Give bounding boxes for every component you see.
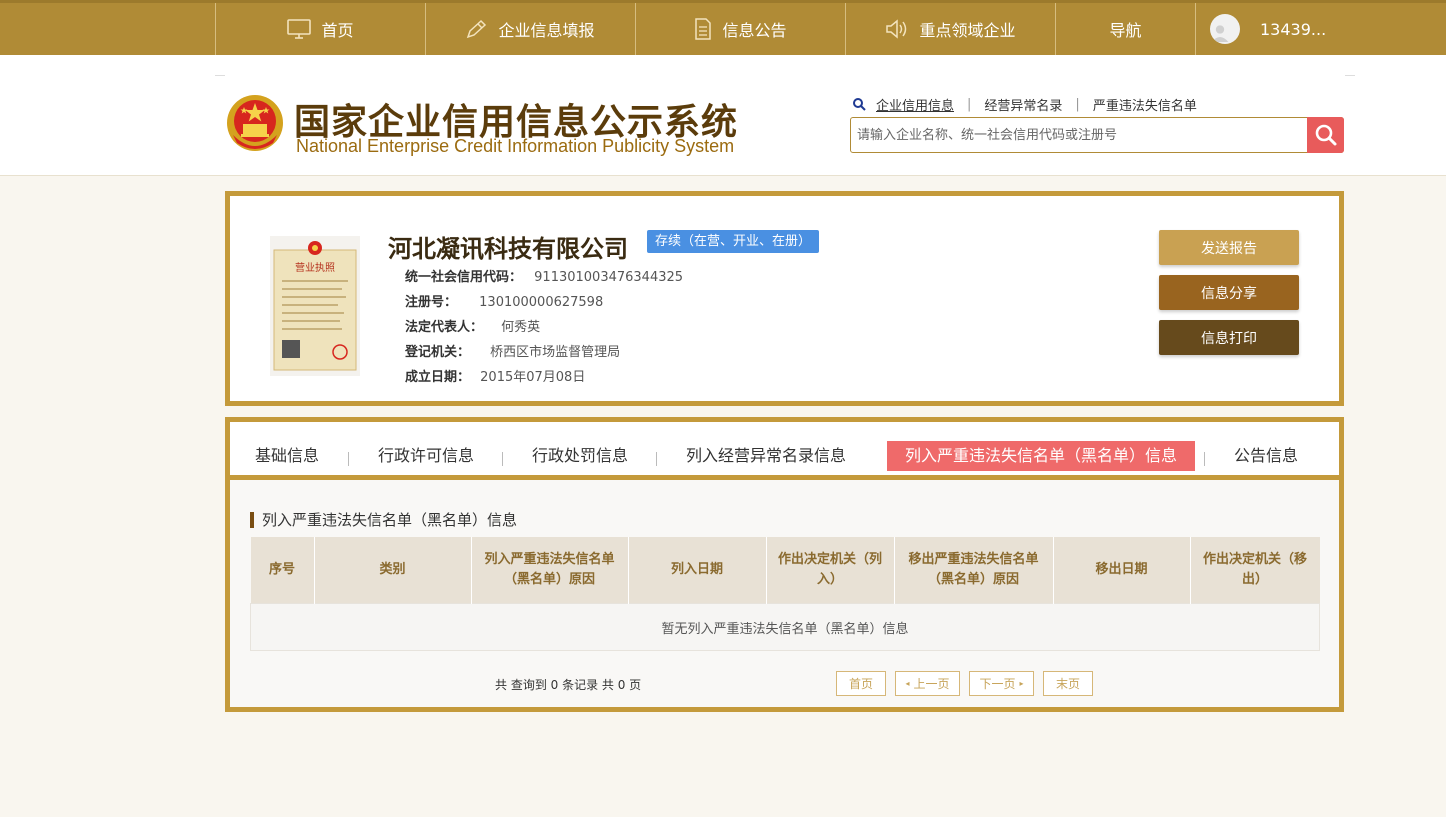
search-button[interactable] [1307,117,1344,153]
pager-first-button[interactable]: 首页 [836,671,886,696]
blacklist-table: 序号 类别 列入严重违法失信名单（黑名单）原因 列入日期 作出决定机关（列入） … [250,537,1320,651]
business-license-image: 营业执照 [270,236,360,376]
document-icon [695,18,712,40]
quick-link-abnormal-list[interactable]: 经营异常名录 [984,95,1062,114]
pager-prev-button[interactable]: ◂ 上一页 [895,671,960,696]
nav-enterprise-filing[interactable]: 企业信息填报 [425,3,635,55]
user-menu[interactable]: 13439... [1195,3,1446,55]
pager-prev-label: 上一页 [913,677,950,691]
pager-next-button[interactable]: 下一页 ▸ [969,671,1034,696]
pager-first-label: 首页 [848,677,873,691]
col-removal-reason: 移出严重违法失信名单（黑名单）原因 [894,537,1054,604]
nav-guide-label: 导航 [1109,21,1142,40]
nav-key-sector-label: 重点领域企业 [919,21,1016,40]
col-listing-reason: 列入严重违法失信名单（黑名单）原因 [471,537,629,604]
info-credit-code: 统一社会信用代码： 911301003476344325 [405,266,683,285]
info-reg-no-label: 注册号： [405,295,458,310]
quick-link-blacklist[interactable]: 严重违法失信名单 [1093,95,1197,114]
search-icon [1315,124,1336,146]
tab-announcements[interactable]: 公告信息 [1234,441,1298,471]
col-removal-authority: 作出决定机关（移出） [1190,537,1320,604]
info-reg-no: 注册号： 130100000627598 [405,291,603,310]
user-name: 13439... [1260,19,1327,39]
site-header: 国家企业信用信息公示系统 National Enterprise Credit … [0,55,1446,176]
company-card: 营业执照 河北凝讯科技有限公司 存续（在营、开业、在册） 统一社会信用代码： 9… [225,191,1344,406]
share-button[interactable]: 信息分享 [1159,275,1299,310]
info-authority-value: 桥西区市场监督管理局 [490,345,621,360]
record-count: 共 查询到 0 条记录 共 0 页 [495,678,642,692]
info-authority: 登记机关： 桥西区市场监督管理局 [405,341,620,360]
info-credit-code-value: 911301003476344325 [534,270,684,285]
info-legal-rep-value: 何秀英 [501,320,541,335]
license-title: 营业执照 [295,261,335,274]
nav-guide[interactable]: 导航 [1055,3,1195,55]
nav-announcements[interactable]: 信息公告 [635,3,845,55]
search-small-icon [853,97,866,111]
pager-last-label: 末页 [1055,677,1080,691]
quick-link-credit-info[interactable]: 企业信用信息 [876,95,954,114]
avatar [1210,14,1240,44]
speaker-icon [886,19,907,39]
info-legal-rep: 法定代表人： 何秀英 [405,316,540,335]
col-listing-date: 列入日期 [628,537,767,604]
tab-abnormal-list[interactable]: 列入经营异常名录信息 [686,441,846,471]
col-removal-date: 移出日期 [1053,537,1191,604]
caret-left-icon: ◂ [905,679,910,688]
print-button[interactable]: 信息打印 [1159,320,1299,355]
nav-announcements-label: 信息公告 [722,21,787,40]
search-input[interactable] [851,118,1306,152]
user-icon [1211,25,1229,42]
pager-next-label: 下一页 [979,677,1016,691]
tab-bar: 基础信息 行政许可信息 行政处罚信息 列入经营异常名录信息 列入严重违法失信名单… [230,422,1339,480]
info-founded-label: 成立日期： [405,370,471,385]
col-listing-authority: 作出决定机关（列入） [766,537,895,604]
detail-panel: 基础信息 行政许可信息 行政处罚信息 列入经营异常名录信息 列入严重违法失信名单… [225,417,1344,712]
send-report-button[interactable]: 发送报告 [1159,230,1299,265]
pager-last-button[interactable]: 末页 [1043,671,1093,696]
info-reg-no-value: 130100000627598 [479,295,604,310]
nav-home-label: 首页 [321,21,354,40]
info-founded-value: 2015年07月08日 [480,370,586,385]
search-box [850,117,1344,153]
info-founded: 成立日期： 2015年07月08日 [405,366,585,385]
top-navigation: 首页 企业信息填报 信息公告 重点领域企业 导航 13439... [0,0,1446,55]
tab-basic-info[interactable]: 基础信息 [255,441,319,471]
tab-admin-penalty[interactable]: 行政处罚信息 [532,441,628,471]
col-category: 类别 [314,537,472,604]
company-name: 河北凝讯科技有限公司 [388,235,628,263]
nav-enterprise-filing-label: 企业信息填报 [498,21,595,40]
caret-right-icon: ▸ [1019,679,1024,688]
nav-key-sector[interactable]: 重点领域企业 [845,3,1055,55]
status-badge: 存续（在营、开业、在册） [647,230,820,253]
nav-home[interactable]: 首页 [215,3,425,55]
national-emblem-icon [227,95,283,151]
table-row: 暂无列入严重违法失信名单（黑名单）信息 [250,603,1320,651]
tab-blacklist[interactable]: 列入严重违法失信名单（黑名单）信息 [887,441,1196,471]
edit-icon [467,19,487,39]
table-header-row: 序号 类别 列入严重违法失信名单（黑名单）原因 列入日期 作出决定机关（列入） … [250,537,1320,604]
site-title-en: National Enterprise Credit Information P… [296,136,735,156]
monitor-icon [287,19,312,39]
empty-message: 暂无列入严重违法失信名单（黑名单）信息 [250,603,1320,651]
tab-admin-license[interactable]: 行政许可信息 [378,441,474,471]
info-credit-code-label: 统一社会信用代码： [405,270,523,285]
info-authority-label: 登记机关： [405,345,471,360]
quick-links: 企业信用信息 | 经营异常名录 | 严重违法失信名单 [852,95,1197,114]
col-index: 序号 [250,537,315,604]
info-legal-rep-label: 法定代表人： [405,320,484,335]
section-title: 列入严重违法失信名单（黑名单）信息 [250,512,517,528]
